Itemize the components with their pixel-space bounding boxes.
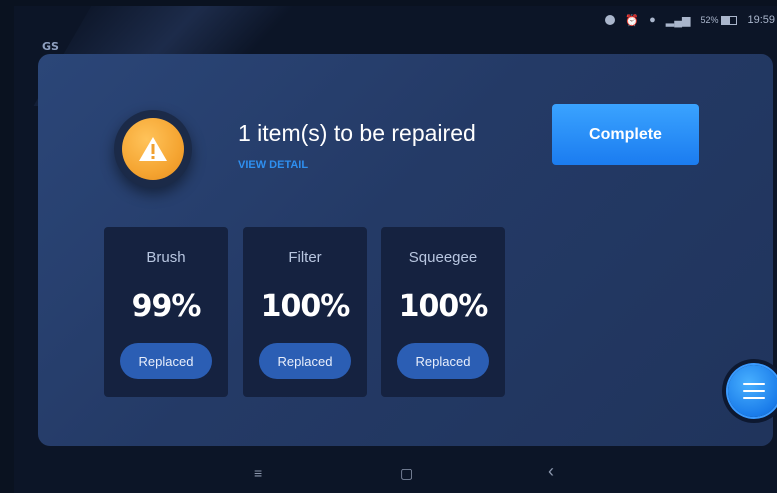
part-percent: 99% — [131, 289, 202, 324]
menu-icon — [743, 383, 765, 399]
warning-icon — [122, 118, 184, 180]
replaced-button-filter[interactable]: Replaced — [259, 343, 351, 379]
notification-icon — [605, 15, 616, 25]
part-percent: 100% — [260, 289, 351, 324]
replaced-button-squeegee[interactable]: Replaced — [397, 343, 489, 379]
battery-icon — [721, 15, 738, 25]
part-card-filter: Filter 100% Replaced — [243, 227, 367, 397]
status-time: 19:59 — [747, 14, 775, 26]
signal-icon: ▂▄▆ — [665, 14, 691, 27]
part-percent: 100% — [398, 289, 489, 324]
app-logo: GS — [42, 40, 59, 53]
battery-level — [722, 16, 730, 24]
location-icon: ● — [649, 14, 656, 26]
part-card-brush: Brush 99% Replaced — [104, 227, 228, 397]
system-nav-bar: ≡ ▢ ‹ — [14, 461, 777, 493]
menu-fab-button[interactable] — [728, 365, 777, 417]
part-name: Filter — [288, 249, 322, 266]
repair-title: 1 item(s) to be repaired — [238, 120, 476, 146]
alarm-icon: ⏰ — [625, 14, 640, 27]
part-name: Brush — [146, 249, 186, 266]
part-name: Squeegee — [408, 249, 478, 266]
battery-indicator: 52% — [700, 15, 738, 25]
app-frame: GS ⏰ ● ▂▄▆ 52% 19:59 1 item(s) to be rep… — [14, 6, 777, 493]
nav-back-button[interactable]: ‹ — [548, 461, 554, 482]
replaced-button-brush[interactable]: Replaced — [120, 343, 212, 379]
maintenance-panel: 1 item(s) to be repaired VIEW DETAIL Com… — [38, 54, 773, 446]
status-bar: ⏰ ● ▂▄▆ 52% 19:59 — [605, 6, 777, 34]
nav-home-button[interactable]: ▢ — [400, 465, 413, 482]
complete-button[interactable]: Complete — [552, 104, 699, 165]
view-detail-link[interactable]: VIEW DETAIL — [238, 159, 308, 171]
nav-menu-button[interactable]: ≡ — [254, 465, 262, 481]
part-card-squeegee: Squeegee 100% Replaced — [381, 227, 505, 397]
warning-badge — [114, 110, 192, 188]
battery-percent: 52% — [700, 15, 719, 25]
